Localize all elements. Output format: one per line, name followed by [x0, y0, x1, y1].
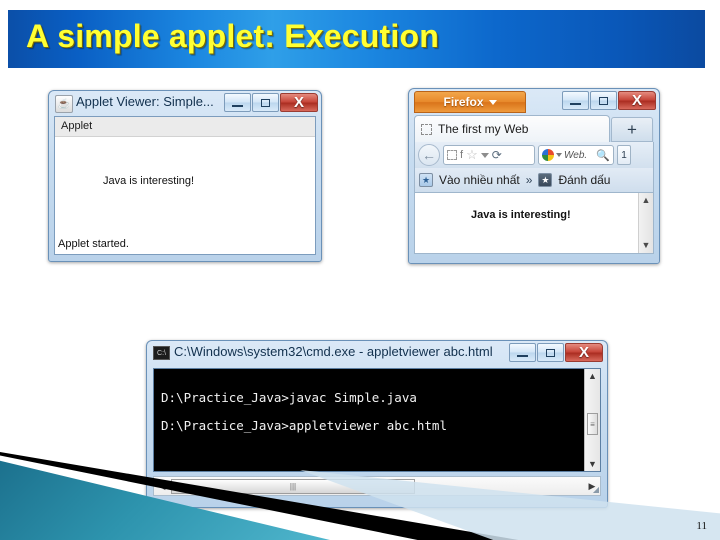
back-arrow-icon[interactable]: ← — [418, 144, 440, 166]
firefox-titlebar[interactable]: Firefox X — [408, 88, 660, 114]
search-icon[interactable]: 🔍 — [596, 149, 610, 162]
page-content-text: Java is interesting! — [471, 209, 571, 221]
maximize-icon — [599, 96, 608, 105]
page-number: 11 — [696, 520, 707, 532]
search-input[interactable]: Web. 🔍 — [538, 145, 614, 165]
firefox-tabstrip: The first my Web + — [414, 115, 654, 142]
bookmark-item-most-visited[interactable]: Vào nhiều nhất — [439, 173, 520, 187]
cmd-title: C:\Windows\system32\cmd.exe - appletview… — [174, 344, 493, 359]
chevron-down-icon — [488, 99, 497, 105]
scroll-thumb[interactable]: ≡ — [587, 413, 598, 435]
applet-menu-item[interactable]: Applet — [61, 120, 92, 132]
close-button[interactable]: X — [280, 93, 318, 112]
minimize-button[interactable] — [509, 343, 536, 362]
firefox-content-area: Java is interesting! ▲ ▼ — [414, 192, 654, 254]
bookmark-star-icon[interactable]: ☆ — [466, 147, 478, 163]
firefox-bookmarks-bar: ★ Vào nhiều nhất » ★ Đánh dấu — [414, 168, 654, 192]
home-button[interactable]: 1 — [617, 145, 631, 165]
applet-status-text: Applet started. — [58, 238, 129, 250]
cmd-window-controls[interactable]: X — [509, 343, 603, 362]
page-favicon-icon — [421, 123, 432, 135]
close-button[interactable]: X — [618, 91, 656, 110]
search-engine-icon — [542, 149, 554, 161]
firefox-navigation-bar: ← f ☆ ⟳ Web. 🔍 1 — [414, 142, 654, 168]
maximize-button[interactable] — [590, 91, 617, 110]
applet-viewer-title: Applet Viewer: Simple... — [76, 94, 214, 109]
minimize-icon — [570, 102, 581, 105]
applet-client-area: Applet Java is interesting! Applet start… — [54, 116, 316, 255]
scroll-up-icon[interactable]: ▲ — [585, 371, 600, 381]
chevron-down-icon[interactable] — [556, 153, 562, 157]
search-placeholder-text: Web. — [564, 149, 588, 161]
firefox-window[interactable]: Firefox X The first my Web + ← f ☆ ⟳ Web… — [408, 88, 660, 264]
console-text: D:\Practice_Java>javac Simple.java D:\Pr… — [161, 390, 447, 433]
page-title: A simple applet: Execution — [26, 18, 439, 54]
maximize-button[interactable] — [252, 93, 279, 112]
resize-grip-icon[interactable]: ◢ — [593, 485, 599, 494]
applet-window-controls[interactable]: X — [224, 93, 318, 112]
close-button[interactable]: X — [565, 343, 603, 362]
maximize-button[interactable] — [537, 343, 564, 362]
bookmarks-star-icon: ★ — [538, 173, 553, 187]
bookmarks-overflow-icon[interactable]: » — [526, 173, 533, 187]
reload-icon[interactable]: ⟳ — [492, 148, 502, 162]
cmd-titlebar[interactable]: C:\ C:\Windows\system32\cmd.exe - applet… — [146, 340, 608, 366]
console-vertical-scrollbar[interactable]: ▲ ≡ ▼ — [584, 369, 600, 471]
cmd-icon: C:\ — [153, 346, 170, 360]
most-visited-icon: ★ — [419, 173, 433, 187]
minimize-icon — [232, 104, 243, 107]
page-favicon-icon — [447, 150, 457, 160]
scroll-down-icon[interactable]: ▼ — [585, 459, 600, 469]
url-text: f — [460, 149, 464, 161]
scroll-up-icon[interactable]: ▲ — [642, 196, 651, 205]
browser-tab[interactable]: The first my Web — [414, 115, 610, 142]
firefox-app-button-label: Firefox — [443, 95, 484, 109]
browser-tab-label: The first my Web — [438, 122, 529, 136]
maximize-icon — [546, 348, 555, 357]
bookmark-item-bookmarks[interactable]: Đánh dấu — [558, 173, 610, 187]
maximize-icon — [261, 98, 270, 107]
minimize-button[interactable] — [562, 91, 589, 110]
applet-viewer-window[interactable]: ☕ Applet Viewer: Simple... X Applet Java… — [48, 90, 322, 262]
console-output-area[interactable]: D:\Practice_Java>javac Simple.java D:\Pr… — [153, 368, 601, 472]
firefox-window-controls[interactable]: X — [562, 91, 656, 110]
scroll-down-icon[interactable]: ▼ — [642, 241, 651, 250]
minimize-button[interactable] — [224, 93, 251, 112]
new-tab-button[interactable]: + — [611, 117, 653, 142]
applet-menubar[interactable]: Applet — [55, 117, 315, 137]
applet-canvas-text: Java is interesting! — [103, 175, 195, 187]
chevron-down-icon[interactable] — [480, 152, 489, 158]
url-input[interactable]: f ☆ ⟳ — [443, 145, 535, 165]
slide-title-banner: A simple applet: Execution — [8, 10, 705, 68]
firefox-app-button[interactable]: Firefox — [414, 91, 526, 113]
applet-viewer-titlebar[interactable]: ☕ Applet Viewer: Simple... X — [48, 90, 322, 116]
java-cup-icon: ☕ — [55, 95, 73, 113]
vertical-scrollbar[interactable]: ▲ ▼ — [638, 193, 653, 253]
minimize-icon — [517, 354, 528, 357]
